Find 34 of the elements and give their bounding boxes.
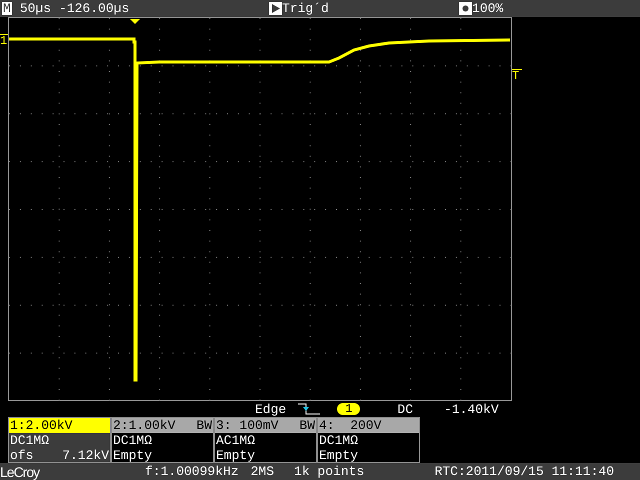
channel-info: Empty bbox=[113, 448, 152, 462]
channel-scale: 2:1.00kV bbox=[113, 419, 176, 432]
channel-coupling: AC1MΩ bbox=[215, 433, 256, 448]
channel-scale: 1:2.00kV bbox=[10, 419, 72, 432]
intensity: 100% bbox=[472, 2, 504, 15]
mode-icon: M bbox=[2, 2, 12, 15]
trigger-coupling: DC bbox=[397, 402, 414, 416]
delay: -126.00µs bbox=[59, 2, 130, 15]
channel-offset: 7.12kV bbox=[62, 448, 109, 462]
channel-info: ofs bbox=[10, 448, 34, 462]
channel-panel[interactable]: 3: 100mV BW AC1MΩ Empty bbox=[214, 417, 317, 463]
timebase: 50µs bbox=[20, 2, 52, 15]
trigger-status: Trig´d bbox=[282, 2, 330, 15]
bandwidth-limit: BW bbox=[299, 419, 315, 432]
channel-info: Empty bbox=[216, 448, 256, 462]
trigger-type: Edge bbox=[255, 402, 286, 416]
channel-scale: 3: 100mV bbox=[216, 419, 278, 432]
record-length: 1k points bbox=[294, 465, 364, 478]
trigger-level: -1.40kV bbox=[444, 402, 499, 416]
trigger-position-marker bbox=[130, 19, 140, 24]
channel-coupling: DC1MΩ bbox=[9, 433, 50, 448]
sample-rate: 2MS bbox=[250, 465, 274, 478]
logo: LeCroy bbox=[0, 464, 41, 478]
frequency: f:1.00099kHz bbox=[145, 465, 239, 478]
channel-scale: 4: 200V bbox=[319, 419, 382, 432]
channel-coupling: DC1MΩ bbox=[318, 433, 360, 448]
trigger-source: 1 bbox=[337, 403, 360, 415]
real-time-clock: RTC:2011/09/15 11:11:40 bbox=[434, 465, 614, 478]
channel-panel[interactable]: 1:2.00kV DC1MΩ ofs 7.12kV bbox=[8, 417, 111, 463]
channel-coupling: DC1MΩ bbox=[112, 433, 154, 448]
channel-info: Empty bbox=[319, 448, 358, 462]
bandwidth-limit: BW bbox=[196, 419, 212, 432]
channel-panel[interactable]: 4: 200V DC1MΩ Empty bbox=[317, 417, 420, 463]
falling-edge-icon bbox=[298, 403, 320, 415]
